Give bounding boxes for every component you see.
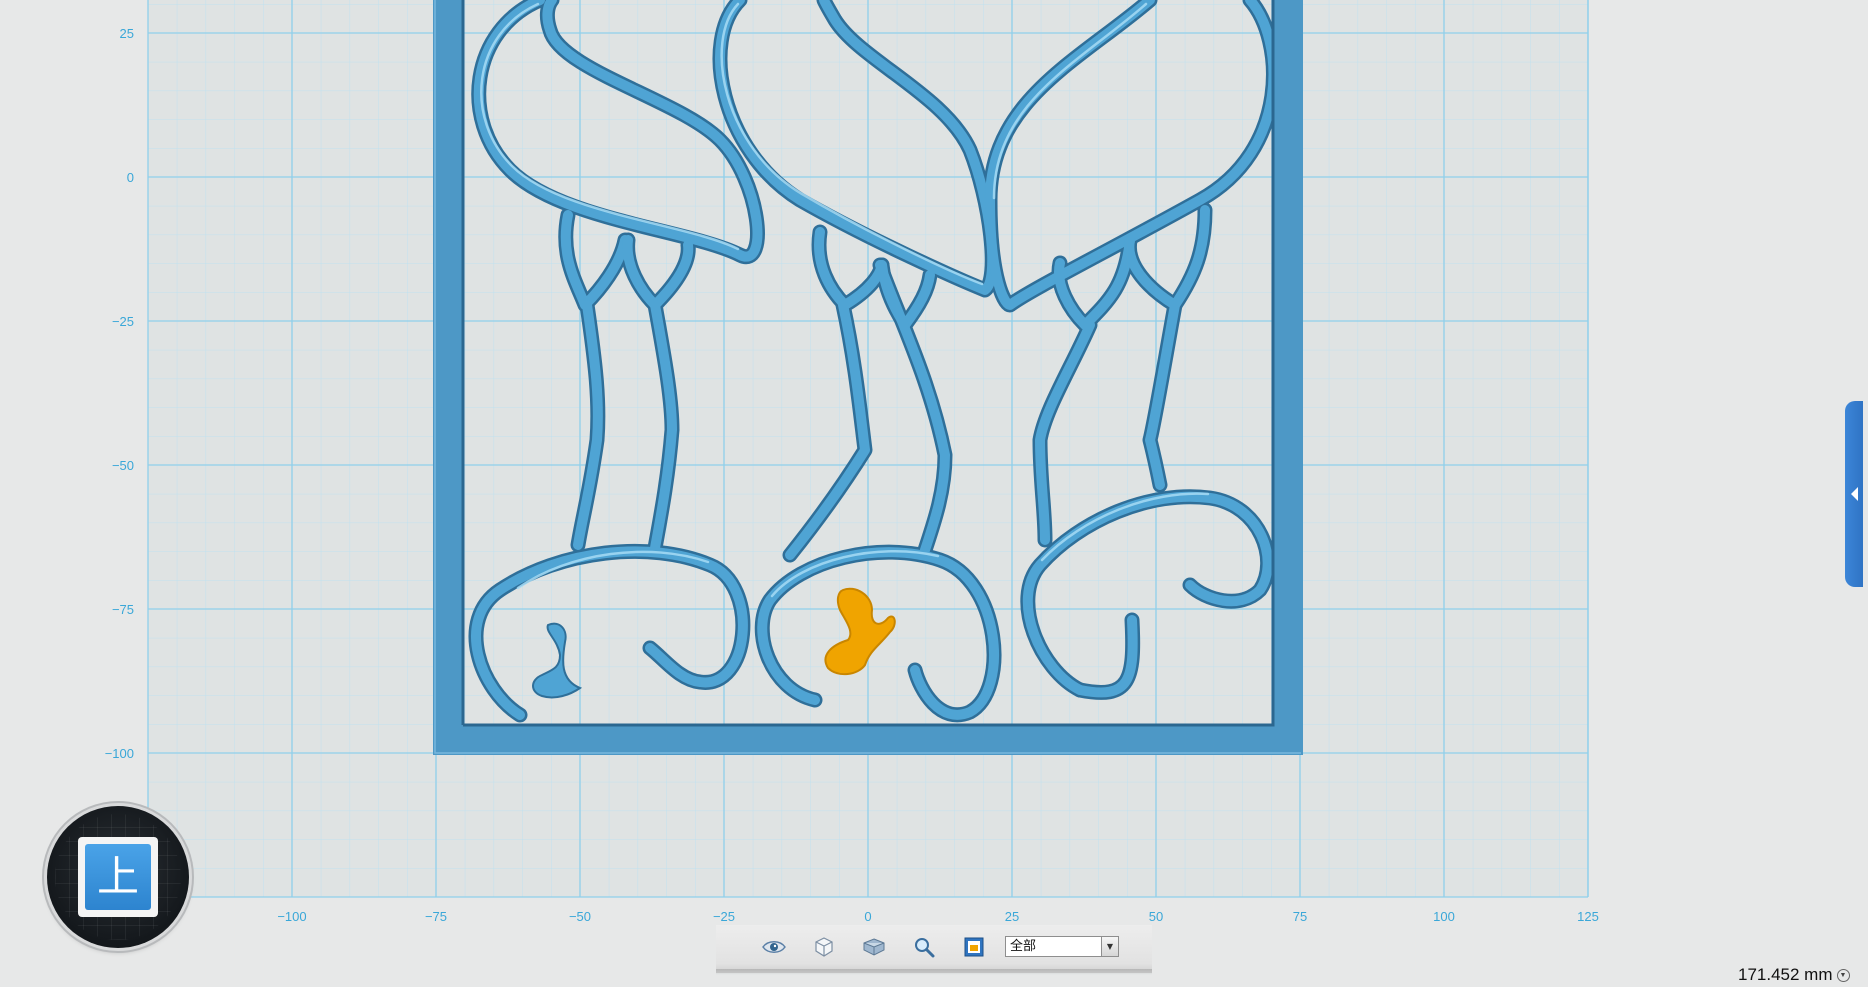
x-axis-label: 75 (1293, 909, 1307, 924)
x-axis-label: 0 (864, 909, 871, 924)
x-axis-label: 100 (1433, 909, 1455, 924)
side-panel-toggle[interactable] (1845, 401, 1863, 587)
chevron-left-icon (1851, 487, 1858, 501)
view-filter-value: 全部 (1010, 939, 1037, 954)
fit-view-icon[interactable] (960, 934, 988, 960)
x-axis-label: −75 (425, 909, 447, 924)
view-cube[interactable]: 上 (47, 806, 189, 948)
x-axis-label: 125 (1577, 909, 1599, 924)
zoom-icon[interactable] (910, 934, 938, 960)
view-toolbar: 全部 ▼ (716, 925, 1152, 975)
cube-icon[interactable] (810, 934, 838, 960)
y-axis-label: −25 (112, 314, 134, 329)
y-axis-label: −50 (112, 458, 134, 473)
y-axis-label: −100 (105, 746, 134, 761)
x-axis-label: 25 (1005, 909, 1019, 924)
y-axis-label: 25 (120, 26, 134, 41)
cube-solid-icon[interactable] (860, 934, 888, 960)
x-axis-label: −50 (569, 909, 591, 924)
y-axis-label: 0 (127, 170, 134, 185)
x-axis-label: −100 (277, 909, 306, 924)
x-axis-label: 50 (1149, 909, 1163, 924)
eye-icon[interactable] (760, 934, 788, 960)
view-filter-select[interactable]: 全部 ▼ (1005, 936, 1119, 957)
3d-viewport[interactable]: −100 −75 −50 −25 0 25 50 75 100 125 25 0 −25 −50 −75 −1… (0, 0, 1868, 987)
y-axis-label: −75 (112, 602, 134, 617)
measurement-readout: 171.452 mm ▼ (1738, 965, 1850, 985)
view-cube-top-face[interactable]: 上 (85, 844, 151, 910)
unit-dropdown-icon[interactable]: ▼ (1836, 969, 1850, 983)
x-axis-label: −25 (713, 909, 735, 924)
chevron-down-icon[interactable]: ▼ (1101, 937, 1118, 956)
measurement-value: 171.452 mm (1738, 965, 1833, 984)
